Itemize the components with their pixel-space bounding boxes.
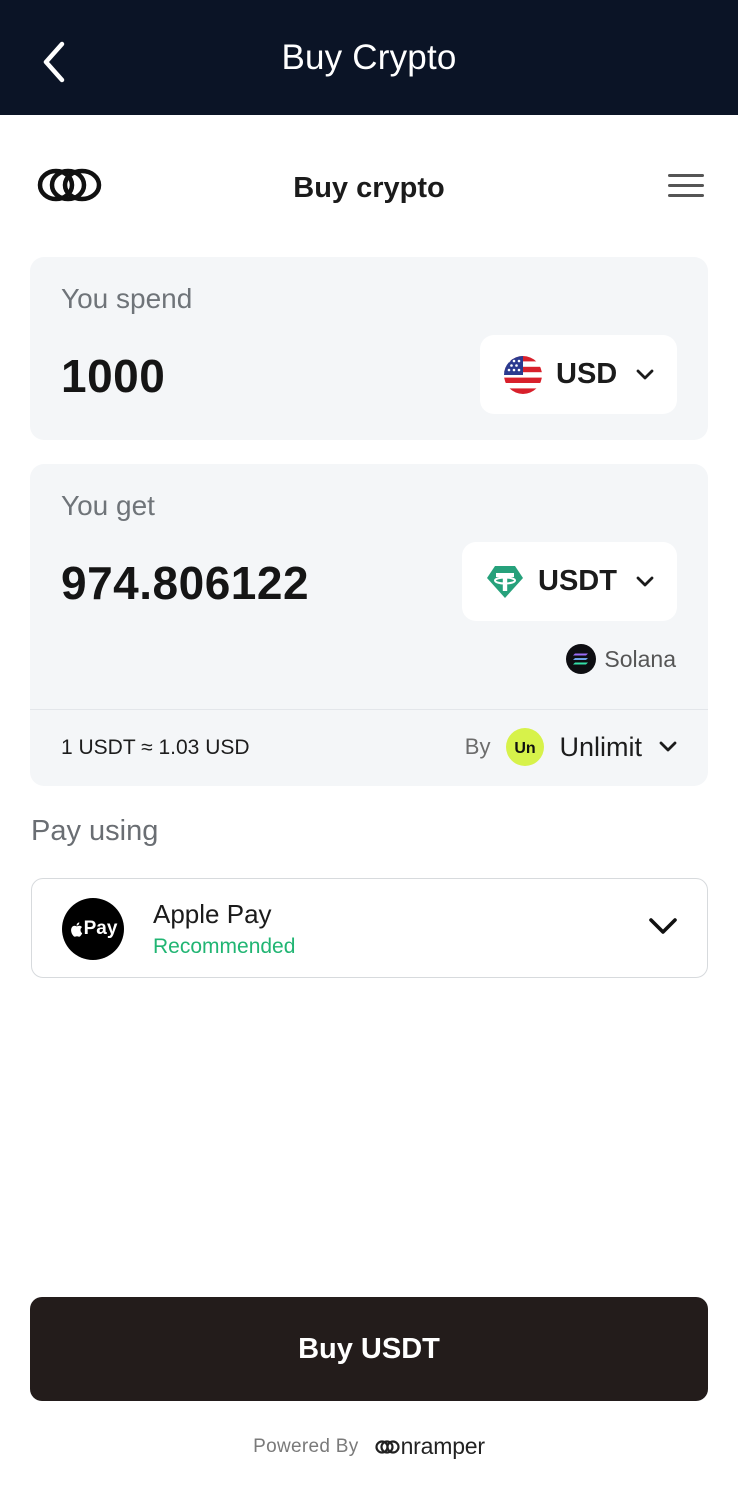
network-name: Solana [604,645,676,672]
page-title: Buy Crypto [281,38,457,77]
payment-method-name: Apple Pay [153,899,272,929]
chevron-down-icon [636,369,654,379]
crypto-currency-code: USDT [538,565,617,597]
spend-card: You spend 1000 USD [30,257,708,440]
spend-amount-input[interactable]: 1000 [61,349,165,403]
solana-icon [566,644,597,674]
exchange-rate: 1 USDT ≈ 1.03 USD [61,736,250,759]
pay-using-label: Pay using [31,815,159,847]
onramper-mark-icon [374,1439,400,1454]
chevron-down-icon [649,918,677,934]
powered-by-footer: Powered By nramper [0,1433,738,1460]
get-card: You get 974.806122 USDT Solana 1 USDT ≈ … [30,464,708,786]
fiat-currency-selector[interactable]: USD [480,335,677,414]
crypto-currency-selector[interactable]: USDT [462,542,677,621]
powered-by-label: Powered By [253,1435,359,1457]
svg-text:Un: Un [515,740,536,757]
onramper-brand[interactable]: nramper [374,1433,485,1460]
get-label: You get [61,490,155,521]
top-nav-bar: Buy Crypto [0,0,738,115]
recommended-badge: Recommended [153,935,296,958]
spend-label: You spend [61,283,193,314]
onramper-brand-text: nramper [400,1433,485,1459]
apple-logo-icon [70,921,82,937]
provider-by-label: By [464,734,491,759]
unlimit-logo-icon: Un [506,728,545,766]
provider-name: Unlimit [559,731,642,762]
apple-pay-icon: Pay [62,898,124,960]
hamburger-menu-icon [668,174,704,177]
provider-selector[interactable]: By Un Unlimit [465,728,678,766]
fiat-currency-code: USD [556,358,618,390]
chevron-down-icon [659,741,677,752]
us-flag-icon [504,355,542,394]
tether-icon [487,565,523,598]
chevron-down-icon [636,576,654,586]
menu-button[interactable] [664,170,708,202]
apple-pay-text: Pay [83,918,118,939]
widget-title: Buy crypto [293,172,445,204]
network-selector[interactable]: Solana [566,644,676,674]
divider [30,709,708,710]
payment-method-selector[interactable]: Pay Apple Pay Recommended [31,878,708,978]
buy-usdt-button[interactable]: Buy USDT [30,1297,708,1401]
get-amount: 974.806122 [61,557,310,609]
